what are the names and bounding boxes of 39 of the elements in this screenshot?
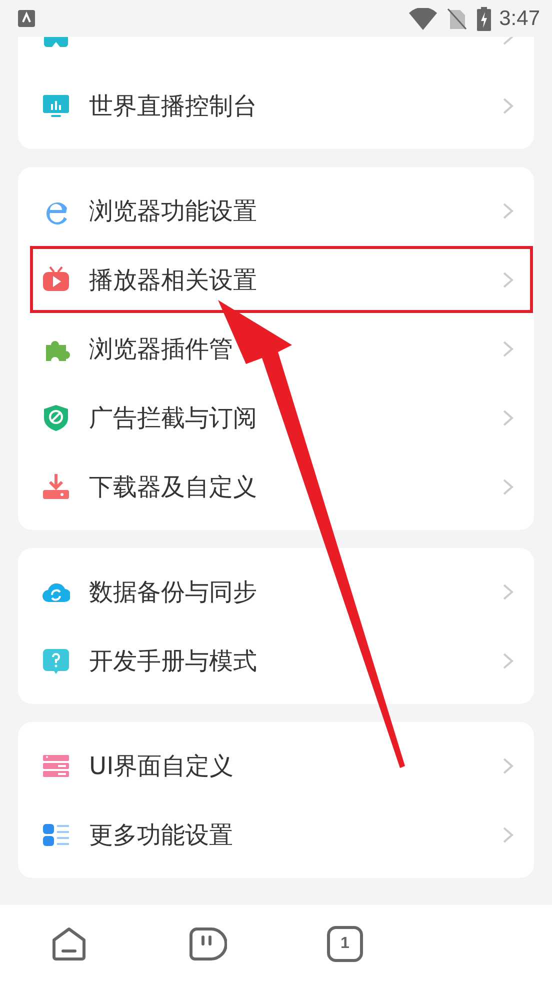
download-icon bbox=[42, 472, 70, 500]
settings-row[interactable]: 下载器及自定义 bbox=[18, 452, 534, 521]
chevron-icon bbox=[502, 270, 514, 288]
chevron-icon bbox=[502, 340, 514, 358]
notification-icon bbox=[18, 10, 35, 27]
row-label: 世界直播控制台 bbox=[89, 90, 258, 122]
row-label: UI界面自定义 bbox=[89, 750, 235, 782]
settings-row[interactable]: 世界直播控制台 bbox=[18, 71, 534, 140]
highlighted-settings-row[interactable]: 播放器相关设置 bbox=[29, 245, 534, 314]
settings-row[interactable]: 开发手册与模式 bbox=[18, 626, 534, 695]
status-time: 3:47 bbox=[499, 6, 540, 30]
settings-row[interactable]: 浏览器插件管 bbox=[18, 314, 534, 383]
chevron-icon bbox=[502, 652, 514, 670]
chevron-icon bbox=[502, 826, 514, 844]
row-label: 浏览器功能设置 bbox=[89, 196, 258, 226]
row-label: 更多功能设置 bbox=[89, 820, 234, 850]
row-label: 下载器及自定义 bbox=[89, 472, 258, 502]
no-sim-icon bbox=[447, 8, 468, 30]
tabs-button[interactable]: 1 bbox=[276, 914, 414, 974]
battery-charging-icon bbox=[477, 6, 492, 30]
row-label: 浏览器插件管 bbox=[89, 334, 234, 364]
row-label: 数据备份与同步 bbox=[89, 576, 258, 608]
settings-row[interactable]: 更多功能设置 bbox=[18, 800, 534, 869]
chevron-icon bbox=[502, 756, 514, 774]
settings-row[interactable]: UI界面自定义 bbox=[18, 731, 534, 800]
shield-icon bbox=[42, 404, 70, 432]
settings-row[interactable]: 浏览器功能设置 bbox=[18, 176, 534, 245]
chevron-icon bbox=[502, 478, 514, 496]
settings-row[interactable]: 数据备份与同步 bbox=[18, 557, 534, 626]
help-icon bbox=[42, 646, 70, 674]
row-label: 广告拦截与订阅 bbox=[89, 402, 258, 434]
row-label: 开发手册与模式 bbox=[89, 646, 258, 676]
chevron-icon bbox=[502, 96, 514, 114]
chevron-icon bbox=[502, 582, 514, 600]
row-label: 播放器相关设置 bbox=[89, 264, 258, 296]
wifi-icon bbox=[409, 8, 438, 30]
chevron-icon bbox=[502, 408, 514, 426]
tv-icon bbox=[42, 266, 70, 294]
chevron-icon bbox=[502, 202, 514, 220]
